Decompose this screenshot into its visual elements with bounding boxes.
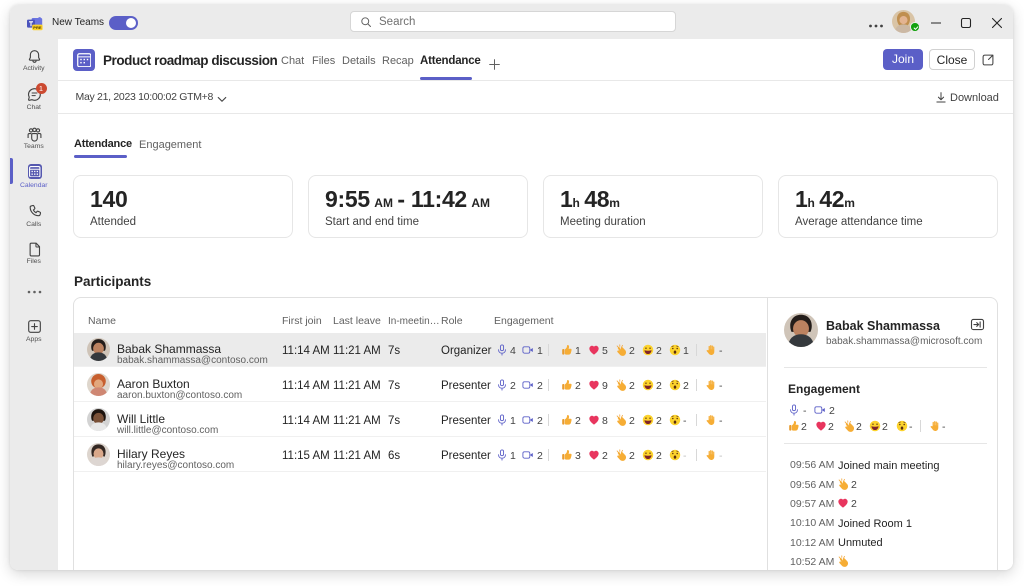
svg-text:PRE: PRE [33,25,42,30]
